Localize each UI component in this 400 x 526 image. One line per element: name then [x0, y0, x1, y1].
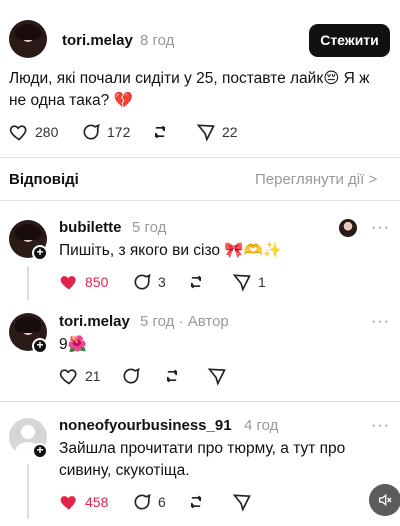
comment-icon	[83, 123, 100, 140]
reply-repost-button[interactable]	[186, 272, 206, 292]
send-icon	[232, 494, 251, 512]
send-icon	[232, 274, 251, 292]
comment-icon	[134, 493, 151, 510]
reply-time: 5 год · Автор	[140, 313, 229, 330]
follow-plus-icon[interactable]: +	[32, 443, 48, 459]
post-text-line1: Люди, які почали сидіти у 25, поставте л…	[9, 70, 370, 87]
repost-icon	[166, 369, 178, 383]
repost-icon	[190, 495, 202, 509]
post-username[interactable]: tori.melay	[62, 32, 133, 49]
send-icon	[207, 368, 226, 386]
reply-username[interactable]: noneofyourbusiness_91	[59, 417, 232, 434]
reply-time: 4 год	[244, 417, 279, 434]
repost-icon	[190, 275, 202, 289]
reply-time: 5 год	[132, 219, 167, 236]
mute-icon[interactable]	[369, 484, 400, 516]
reply-comment-button[interactable]: 3	[132, 272, 166, 292]
reply-share-button[interactable]	[207, 366, 227, 386]
post-avatar[interactable]	[9, 20, 47, 58]
reply-username[interactable]: bubilette	[59, 219, 122, 236]
reply-share-button[interactable]: 1	[232, 272, 266, 292]
reply-like-button[interactable]: 458	[59, 492, 108, 512]
send-icon	[196, 124, 215, 142]
reply-text: Пишіть, з якого ви сізо 🎀🫶✨	[59, 242, 283, 259]
liked-by-author-avatar	[339, 219, 357, 237]
follow-plus-icon[interactable]: +	[32, 245, 48, 261]
reply-username[interactable]: tori.melay	[59, 313, 130, 330]
repost-icon	[154, 125, 166, 139]
reply-repost-button[interactable]	[186, 492, 206, 512]
thread-line	[27, 266, 29, 300]
post-text-line2: не одна така? 💔	[9, 92, 133, 109]
post-like-count: 280	[35, 124, 59, 140]
reply-like-button[interactable]: 21	[59, 366, 101, 386]
heart-icon	[59, 369, 77, 385]
reply-text: 9🌺	[59, 336, 87, 353]
view-activity-link[interactable]: Переглянути дії >	[255, 171, 377, 188]
reply-comment-button[interactable]	[121, 366, 141, 386]
follow-plus-icon[interactable]: +	[32, 338, 48, 354]
post-comment-button[interactable]: 172	[81, 122, 130, 142]
reply-share-button[interactable]	[232, 492, 252, 512]
more-icon[interactable]: ···	[371, 313, 390, 331]
reply-like-count: 458	[85, 494, 109, 510]
follow-button[interactable]: Стежити	[309, 24, 390, 57]
reply-text-line1: Зайшла прочитати про тюрму, а тут про	[59, 440, 346, 457]
divider	[0, 157, 400, 158]
more-icon[interactable]: ···	[371, 417, 390, 435]
post-comment-count: 172	[107, 124, 131, 140]
reply-like-count: 21	[85, 368, 101, 384]
reply-share-count: 1	[258, 274, 266, 290]
post-share-count: 22	[222, 124, 238, 140]
post-share-button[interactable]: 22	[196, 122, 238, 142]
reply-comment-count: 6	[158, 494, 166, 510]
reply-like-count: 850	[85, 274, 109, 290]
replies-title: Відповіді	[9, 171, 79, 188]
reply-text-line2: сивину, скукотіща.	[59, 462, 190, 479]
reply-like-button[interactable]: 850	[59, 272, 108, 292]
post-like-button[interactable]: 280	[9, 122, 58, 142]
divider	[0, 401, 400, 402]
comment-icon	[123, 367, 140, 384]
reply-comment-count: 3	[158, 274, 166, 290]
heart-icon	[60, 276, 76, 290]
heart-icon	[9, 125, 27, 141]
heart-icon	[60, 496, 76, 510]
divider	[0, 200, 400, 201]
reply-repost-button[interactable]	[162, 366, 182, 386]
post-repost-button[interactable]	[150, 122, 170, 142]
post-time: 8 год	[140, 32, 175, 49]
reply-comment-button[interactable]: 6	[132, 492, 166, 512]
thread-line	[27, 464, 29, 519]
comment-icon	[134, 273, 151, 290]
more-icon[interactable]: ···	[371, 219, 390, 237]
